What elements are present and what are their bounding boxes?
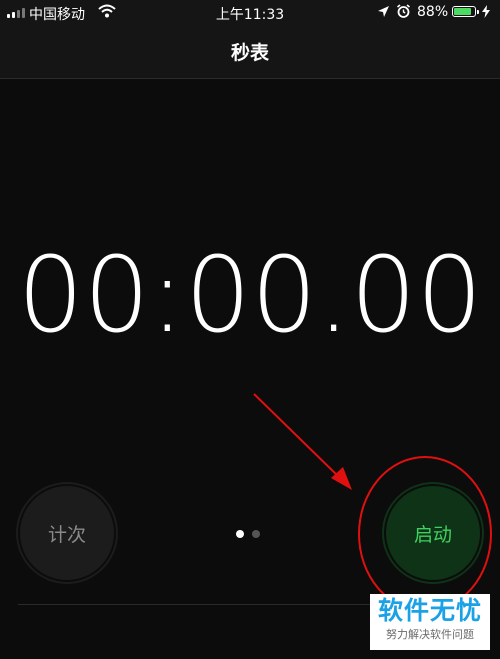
page-dot-inactive (252, 530, 260, 538)
battery-icon (452, 6, 479, 17)
page-dot-active (236, 530, 244, 538)
annotation-circle (358, 456, 492, 612)
watermark-logo: 软件无忧 努力解决软件问题 (370, 594, 490, 650)
navigation-bar: 秒表 (0, 26, 500, 79)
status-bar: 中国移动 上午11:33 88% (0, 0, 500, 26)
stopwatch-screen: 中国移动 上午11:33 88% 秒表 00:00.00 计次 启动 软件无忧 … (0, 0, 500, 659)
page-indicator[interactable] (236, 530, 260, 538)
watermark-subtitle: 努力解决软件问题 (386, 628, 474, 641)
alarm-icon (396, 4, 411, 23)
page-title: 秒表 (230, 42, 269, 64)
battery-percent: 88% (417, 4, 449, 20)
watermark-title: 软件无忧 (377, 596, 482, 625)
lap-button-label: 计次 (47, 523, 86, 546)
lap-button[interactable]: 计次 (20, 486, 114, 580)
charging-icon (482, 5, 490, 22)
location-icon (377, 5, 390, 22)
stopwatch-time-display: 00:00.00 (17, 234, 483, 356)
